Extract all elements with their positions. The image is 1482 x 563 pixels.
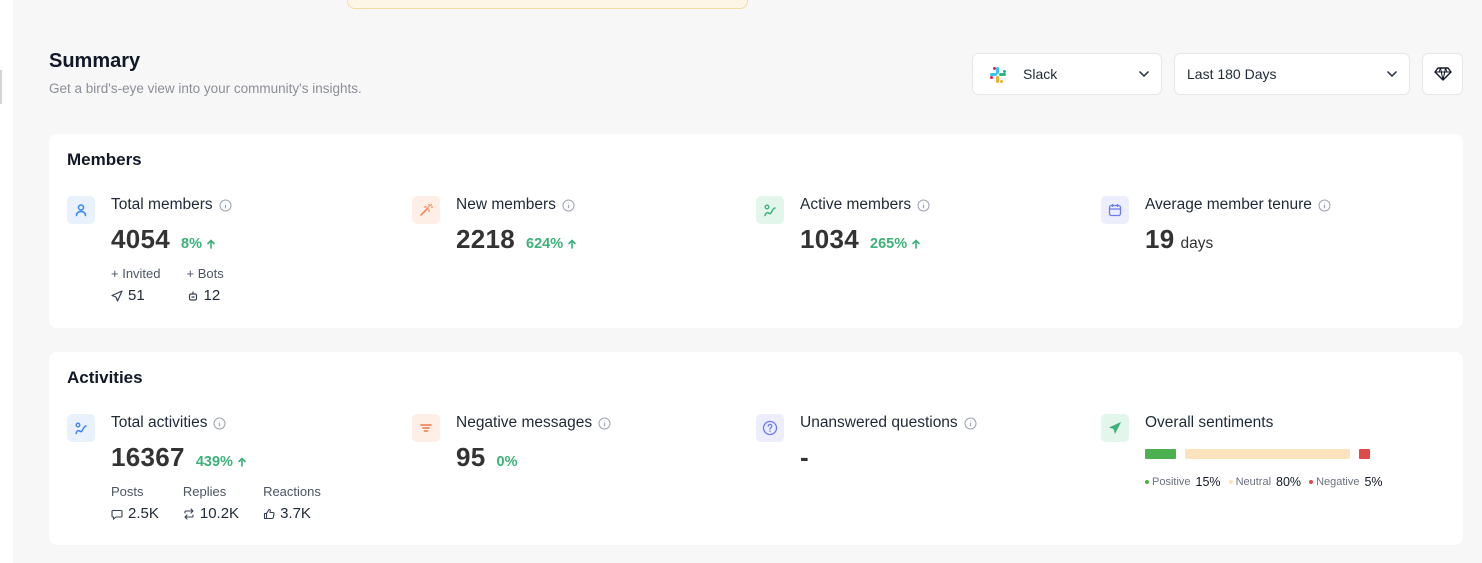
sentiment-bar-negative bbox=[1359, 449, 1370, 459]
robot-icon bbox=[188, 291, 197, 301]
activity-icon bbox=[67, 414, 95, 442]
posts-label: Posts bbox=[111, 484, 144, 499]
overall-sentiments-label: Overall sentiments bbox=[1145, 414, 1274, 431]
diamond-icon bbox=[1433, 67, 1452, 81]
members-card: Members Total members 4054 8% + Invited bbox=[49, 134, 1463, 328]
total-members-label: Total members bbox=[111, 196, 213, 213]
active-members-change: 265% bbox=[870, 236, 908, 252]
arrow-up-icon bbox=[912, 239, 920, 249]
member-tenure-unit: days bbox=[1180, 235, 1214, 252]
activity-icon bbox=[756, 196, 784, 224]
premium-button[interactable] bbox=[1422, 53, 1463, 95]
info-icon[interactable] bbox=[213, 417, 226, 430]
replies-label: Replies bbox=[182, 484, 227, 499]
sentiment-legend: Positive 15% Neutral 80% Negative 5% bbox=[1145, 475, 1383, 489]
new-members-label: New members bbox=[456, 196, 556, 213]
send-icon bbox=[111, 289, 123, 302]
bots-value: 12 bbox=[203, 287, 221, 304]
info-icon[interactable] bbox=[219, 199, 232, 212]
sentiment-bar-positive bbox=[1145, 449, 1176, 459]
legend-positive-value: 15% bbox=[1195, 475, 1221, 489]
total-members-change: 8% bbox=[181, 236, 203, 252]
active-members-value: 1034 bbox=[800, 224, 860, 254]
arrow-up-icon bbox=[207, 239, 215, 249]
legend-positive: Positive 15% bbox=[1145, 475, 1221, 489]
date-range-select[interactable]: Last 180 Days bbox=[1174, 53, 1410, 95]
bots-stat: + Bots 12 bbox=[187, 266, 224, 304]
info-icon[interactable] bbox=[917, 199, 930, 212]
posts-value: 2.5K bbox=[128, 505, 159, 522]
total-activities-value: 16367 bbox=[111, 442, 185, 472]
info-icon[interactable] bbox=[1318, 199, 1331, 212]
chevron-down-icon bbox=[1387, 71, 1397, 77]
invited-label: + Invited bbox=[111, 266, 161, 281]
date-range-value: Last 180 Days bbox=[1187, 66, 1277, 82]
legend-negative-value: 5% bbox=[1364, 475, 1383, 489]
total-activities-label: Total activities bbox=[111, 414, 208, 431]
member-tenure-label: Average member tenure bbox=[1145, 196, 1312, 213]
arrow-up-icon bbox=[568, 239, 576, 249]
members-card-title: Members bbox=[67, 150, 142, 169]
arrow-up-icon bbox=[238, 457, 246, 467]
negative-messages-value: 95 bbox=[456, 442, 486, 472]
top-banner bbox=[347, 0, 748, 9]
invited-value: 51 bbox=[128, 287, 145, 304]
active-members-label: Active members bbox=[800, 196, 912, 213]
chevron-down-icon bbox=[1139, 71, 1149, 77]
legend-negative: Negative 5% bbox=[1309, 475, 1383, 489]
page-background: Summary Get a bird's-eye view into your … bbox=[13, 0, 1482, 563]
sentiment-bar bbox=[1145, 449, 1405, 459]
platform-select[interactable]: Slack bbox=[972, 53, 1162, 95]
legend-neutral: Neutral 80% bbox=[1228, 475, 1302, 489]
info-icon[interactable] bbox=[598, 417, 611, 430]
total-activities-change: 439% bbox=[195, 454, 233, 470]
repeat-icon bbox=[184, 507, 194, 520]
negative-messages-change: 0% bbox=[496, 454, 518, 470]
info-icon[interactable] bbox=[562, 199, 575, 212]
replies-stat: Replies 10.2K bbox=[183, 484, 239, 522]
negative-messages-label: Negative messages bbox=[456, 414, 593, 431]
legend-negative-label: Negative bbox=[1316, 476, 1360, 488]
reactions-value: 3.7K bbox=[280, 505, 311, 522]
activities-card: Activities Total activities 16367 439% P… bbox=[49, 352, 1463, 545]
legend-neutral-value: 80% bbox=[1276, 475, 1302, 489]
calendar-icon bbox=[1101, 196, 1129, 224]
bots-label: + Bots bbox=[186, 266, 224, 281]
invited-stat: + Invited 51 bbox=[111, 266, 161, 304]
filter-lines-icon bbox=[412, 414, 440, 442]
thumbs-up-icon bbox=[264, 508, 275, 519]
member-tenure-value: 19 bbox=[1145, 224, 1175, 254]
info-icon[interactable] bbox=[964, 417, 977, 430]
platform-select-value: Slack bbox=[1023, 66, 1058, 82]
activities-card-title: Activities bbox=[67, 368, 143, 387]
question-icon bbox=[756, 414, 784, 442]
sentiment-bar-neutral bbox=[1185, 449, 1350, 459]
legend-positive-label: Positive bbox=[1152, 476, 1191, 488]
magic-wand-icon bbox=[412, 196, 440, 224]
total-members-value: 4054 bbox=[111, 224, 171, 254]
posts-stat: Posts 2.5K bbox=[111, 484, 159, 522]
replies-value: 10.2K bbox=[199, 505, 240, 522]
legend-neutral-label: Neutral bbox=[1235, 476, 1272, 488]
send-icon bbox=[1101, 414, 1129, 442]
new-members-change: 624% bbox=[526, 236, 564, 252]
page-subtitle: Get a bird's-eye view into your communit… bbox=[49, 81, 362, 96]
message-icon bbox=[111, 509, 123, 520]
slack-icon bbox=[990, 67, 1006, 83]
page-title: Summary bbox=[49, 50, 141, 72]
user-icon bbox=[67, 196, 95, 224]
left-scroll-edge bbox=[0, 70, 2, 104]
unanswered-questions-value: - bbox=[800, 442, 809, 472]
new-members-value: 2218 bbox=[456, 224, 516, 254]
unanswered-questions-label: Unanswered questions bbox=[800, 414, 958, 431]
reactions-stat: Reactions 3.7K bbox=[263, 484, 321, 522]
reactions-label: Reactions bbox=[263, 484, 321, 499]
